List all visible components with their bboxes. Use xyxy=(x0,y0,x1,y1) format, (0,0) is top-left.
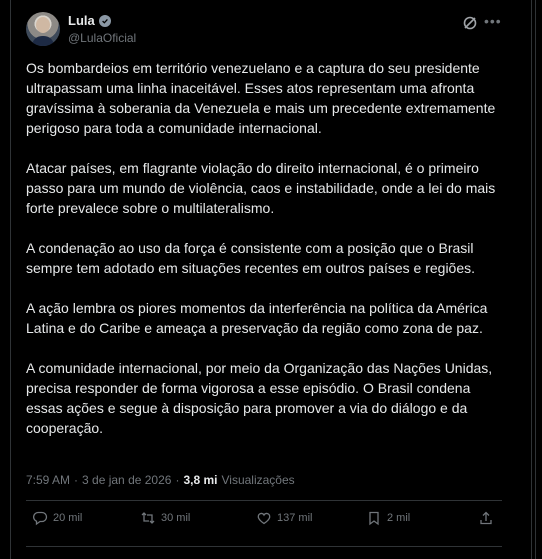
post-paragraph-5: A comunidade internacional, por meio da … xyxy=(26,360,493,436)
display-name[interactable]: Lula xyxy=(68,13,95,28)
views-count: 3,8 mi xyxy=(183,473,218,487)
divider xyxy=(26,546,502,547)
share-button[interactable] xyxy=(478,510,494,526)
reply-icon xyxy=(33,511,48,526)
action-bar: 20 mil 30 mil 137 mil 2 mil xyxy=(26,510,502,534)
avatar-face xyxy=(36,17,50,33)
meta-separator: · xyxy=(74,473,79,487)
post-paragraph-4: A ação lembra os piores momentos da inte… xyxy=(26,300,488,336)
repost-button[interactable]: 30 mil xyxy=(140,510,190,526)
bookmark-button[interactable]: 2 mil xyxy=(366,510,410,526)
post-header: Lula @LulaOficial ••• xyxy=(26,11,506,51)
divider xyxy=(26,500,502,501)
reply-button[interactable]: 20 mil xyxy=(32,510,82,526)
post-paragraph-3: A condenação ao uso da força é consisten… xyxy=(26,240,476,276)
user-handle[interactable]: @LulaOficial xyxy=(68,31,136,45)
bookmark-icon xyxy=(369,511,379,526)
repost-count: 30 mil xyxy=(161,512,191,524)
post-paragraph-2: Atacar países, em flagrante violação do … xyxy=(26,160,496,216)
share-icon xyxy=(480,511,492,525)
post-time[interactable]: 7:59 AM xyxy=(26,473,70,487)
post-text: Os bombardeios em território venezuelano… xyxy=(26,58,506,458)
post-date[interactable]: 3 de jan de 2026 xyxy=(82,473,171,487)
repost-icon xyxy=(141,512,155,524)
more-options-icon[interactable]: ••• xyxy=(484,14,502,30)
post-meta: 7:59 AM · 3 de jan de 2026 · 3,8 mi Visu… xyxy=(26,473,295,487)
like-button[interactable]: 137 mil xyxy=(256,510,312,526)
like-icon xyxy=(257,512,271,525)
verified-badge-icon xyxy=(98,14,111,27)
reply-count: 20 mil xyxy=(53,512,83,524)
avatar-shirt xyxy=(32,36,54,46)
meta-separator: · xyxy=(175,473,180,487)
side-panel-edge xyxy=(535,0,542,559)
bookmark-count: 2 mil xyxy=(387,512,411,524)
grok-icon[interactable] xyxy=(462,15,478,31)
post-paragraph-1: Os bombardeios em território venezuelano… xyxy=(26,60,496,136)
avatar[interactable] xyxy=(26,12,60,46)
like-count: 137 mil xyxy=(277,512,313,524)
views-label: Visualizações xyxy=(221,473,295,487)
name-row: Lula xyxy=(68,13,111,28)
